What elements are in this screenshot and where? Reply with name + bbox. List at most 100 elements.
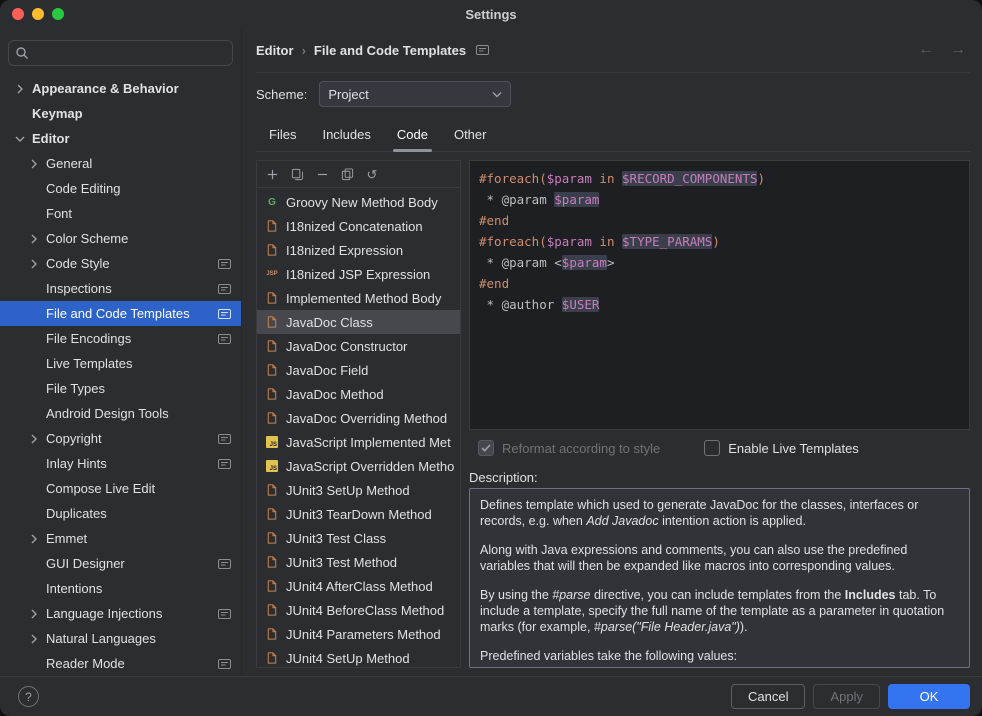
- tab-includes[interactable]: Includes: [309, 127, 383, 151]
- template-file-icon: [264, 290, 280, 306]
- description-label: Description:: [469, 470, 538, 485]
- template-file-icon: [264, 218, 280, 234]
- sidebar-item-keymap[interactable]: Keymap: [0, 101, 241, 126]
- sidebar-item-file-and-code-templates[interactable]: File and Code Templates: [0, 301, 241, 326]
- code-line: #foreach($param in $RECORD_COMPONENTS): [479, 168, 960, 189]
- template-item-javascript-implemented-met[interactable]: JSJavaScript Implemented Met: [257, 430, 460, 454]
- sidebar-item-label: Natural Languages: [46, 631, 231, 646]
- sidebar-item-editor[interactable]: Editor: [0, 126, 241, 151]
- sidebar-item-inspections[interactable]: Inspections: [0, 276, 241, 301]
- template-item-i18nized-concatenation[interactable]: I18nized Concatenation: [257, 214, 460, 238]
- template-item-groovy-new-method-body[interactable]: GGroovy New Method Body: [257, 190, 460, 214]
- checkbox-checked-icon: [478, 440, 494, 456]
- template-item-junit4-afterclass-method[interactable]: JUnit4 AfterClass Method: [257, 574, 460, 598]
- template-item-javadoc-constructor[interactable]: JavaDoc Constructor: [257, 334, 460, 358]
- scheme-dropdown[interactable]: Project: [319, 81, 511, 107]
- sidebar-item-appearance-behavior[interactable]: Appearance & Behavior: [0, 76, 241, 101]
- settings-main: Editor › File and Code Templates ← → Sch…: [242, 28, 982, 676]
- duplicate-template-button[interactable]: [336, 164, 358, 184]
- ok-button[interactable]: OK: [888, 684, 970, 709]
- template-file-icon: [264, 626, 280, 642]
- sidebar-item-gui-designer[interactable]: GUI Designer: [0, 551, 241, 576]
- template-item-junit3-setup-method[interactable]: JUnit3 SetUp Method: [257, 478, 460, 502]
- chevron-right-icon: [28, 609, 40, 619]
- template-item-javadoc-method[interactable]: JavaDoc Method: [257, 382, 460, 406]
- sidebar-item-general[interactable]: General: [0, 151, 241, 176]
- sidebar-item-natural-languages[interactable]: Natural Languages: [0, 626, 241, 651]
- template-item-javascript-overridden-metho[interactable]: JSJavaScript Overridden Metho: [257, 454, 460, 478]
- template-file-icon: [264, 386, 280, 402]
- sidebar-item-reader-mode[interactable]: Reader Mode: [0, 651, 241, 676]
- screen-icon: [218, 309, 231, 319]
- template-item-junit3-test-class[interactable]: JUnit3 Test Class: [257, 526, 460, 550]
- sidebar-item-file-types[interactable]: File Types: [0, 376, 241, 401]
- sidebar-item-label: Language Injections: [46, 606, 212, 621]
- template-item-label: JavaScript Implemented Met: [286, 435, 451, 450]
- sidebar-item-emmet[interactable]: Emmet: [0, 526, 241, 551]
- template-item-javadoc-overriding-method[interactable]: JavaDoc Overriding Method: [257, 406, 460, 430]
- sidebar-item-language-injections[interactable]: Language Injections: [0, 601, 241, 626]
- reformat-checkbox[interactable]: Reformat according to style: [478, 440, 660, 456]
- back-icon[interactable]: ←: [918, 42, 934, 58]
- template-item-junit4-setup-method[interactable]: JUnit4 SetUp Method: [257, 646, 460, 667]
- sidebar-item-duplicates[interactable]: Duplicates: [0, 501, 241, 526]
- enable-live-templates-checkbox[interactable]: Enable Live Templates: [704, 440, 859, 456]
- sidebar-item-code-style[interactable]: Code Style: [0, 251, 241, 276]
- sidebar-item-color-scheme[interactable]: Color Scheme: [0, 226, 241, 251]
- tab-files[interactable]: Files: [256, 127, 309, 151]
- tab-code[interactable]: Code: [384, 127, 441, 151]
- template-list: GGroovy New Method BodyI18nized Concaten…: [257, 188, 460, 667]
- template-list-panel: ↺ GGroovy New Method BodyI18nized Concat…: [256, 160, 461, 668]
- template-item-javadoc-field[interactable]: JavaDoc Field: [257, 358, 460, 382]
- sidebar-item-compose-live-edit[interactable]: Compose Live Edit: [0, 476, 241, 501]
- sidebar-item-android-design-tools[interactable]: Android Design Tools: [0, 401, 241, 426]
- zoom-window-button[interactable]: [52, 8, 64, 20]
- template-item-implemented-method-body[interactable]: Implemented Method Body: [257, 286, 460, 310]
- template-file-icon: [264, 314, 280, 330]
- template-file-icon: [264, 242, 280, 258]
- template-item-label: JUnit4 AfterClass Method: [286, 579, 433, 594]
- add-template-button[interactable]: [261, 164, 283, 184]
- template-file-icon: [264, 554, 280, 570]
- sidebar-item-file-encodings[interactable]: File Encodings: [0, 326, 241, 351]
- code-line: * @param $param: [479, 189, 960, 210]
- minimize-window-button[interactable]: [32, 8, 44, 20]
- sidebar-item-copyright[interactable]: Copyright: [0, 426, 241, 451]
- sidebar-item-code-editing[interactable]: Code Editing: [0, 176, 241, 201]
- template-item-junit3-test-method[interactable]: JUnit3 Test Method: [257, 550, 460, 574]
- copy-template-button[interactable]: [286, 164, 308, 184]
- help-button[interactable]: ?: [18, 686, 39, 707]
- template-file-icon: [264, 530, 280, 546]
- template-item-i18nized-jsp-expression[interactable]: JSPI18nized JSP Expression: [257, 262, 460, 286]
- template-item-javadoc-class[interactable]: JavaDoc Class: [257, 310, 460, 334]
- sidebar-item-label: Inspections: [46, 281, 212, 296]
- template-item-junit3-teardown-method[interactable]: JUnit3 TearDown Method: [257, 502, 460, 526]
- settings-search-input[interactable]: [35, 45, 226, 62]
- close-window-button[interactable]: [12, 8, 24, 20]
- sidebar-item-live-templates[interactable]: Live Templates: [0, 351, 241, 376]
- sidebar-item-font[interactable]: Font: [0, 201, 241, 226]
- tab-other[interactable]: Other: [441, 127, 500, 151]
- description-text[interactable]: Defines template which used to generate …: [469, 488, 970, 668]
- template-item-label: JUnit3 SetUp Method: [286, 483, 410, 498]
- template-file-icon: [264, 506, 280, 522]
- template-list-toolbar: ↺: [257, 161, 460, 188]
- apply-button[interactable]: Apply: [813, 684, 880, 709]
- forward-icon[interactable]: →: [950, 42, 966, 58]
- tabs: FilesIncludesCodeOther: [256, 115, 970, 152]
- template-item-junit4-parameters-method[interactable]: JUnit4 Parameters Method: [257, 622, 460, 646]
- sidebar-item-inlay-hints[interactable]: Inlay Hints: [0, 451, 241, 476]
- template-item-label: JavaDoc Overriding Method: [286, 411, 447, 426]
- template-item-junit4-beforeclass-method[interactable]: JUnit4 BeforeClass Method: [257, 598, 460, 622]
- sidebar-item-intentions[interactable]: Intentions: [0, 576, 241, 601]
- jsp-file-icon: JSP: [264, 266, 280, 282]
- breadcrumb-editor[interactable]: Editor: [256, 43, 294, 58]
- template-item-i18nized-expression[interactable]: I18nized Expression: [257, 238, 460, 262]
- cancel-button[interactable]: Cancel: [731, 684, 805, 709]
- reset-to-default-button[interactable]: ↺: [361, 164, 383, 184]
- chevron-right-icon: [28, 534, 40, 544]
- settings-search-box[interactable]: [8, 40, 233, 66]
- remove-template-button[interactable]: [311, 164, 333, 184]
- sidebar-item-label: Copyright: [46, 431, 212, 446]
- template-editor[interactable]: #foreach($param in $RECORD_COMPONENTS) *…: [469, 160, 970, 430]
